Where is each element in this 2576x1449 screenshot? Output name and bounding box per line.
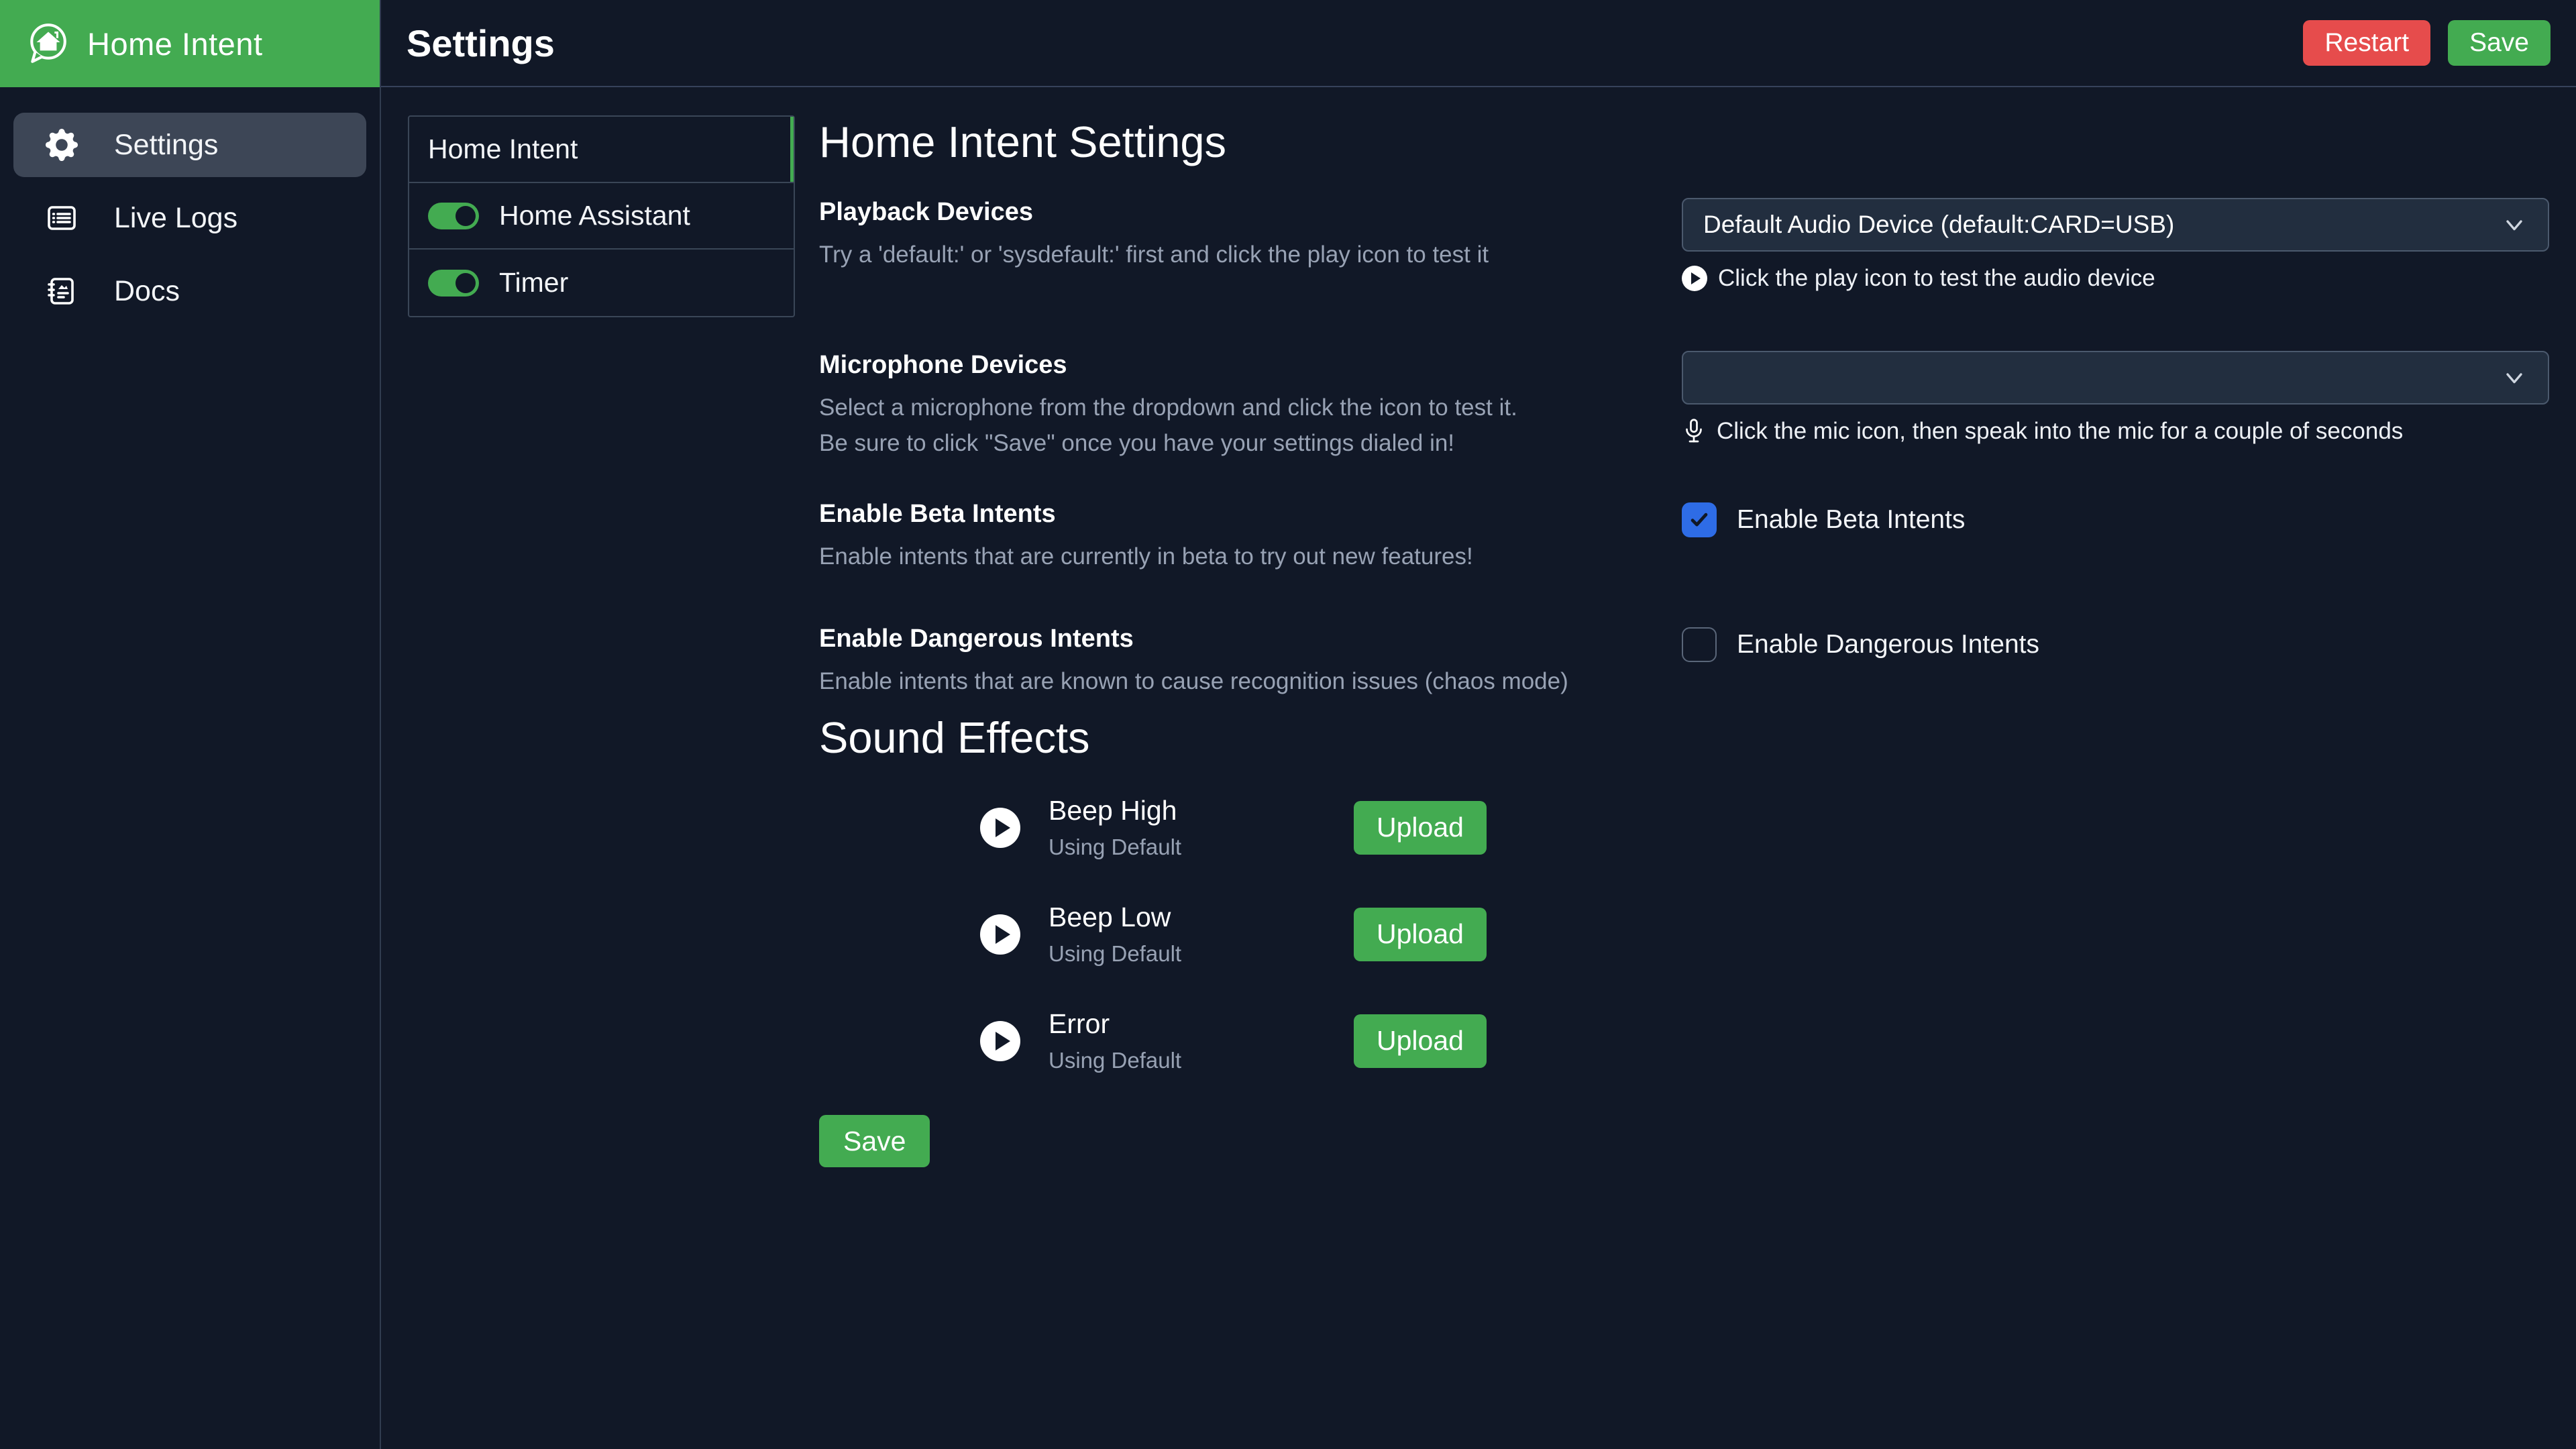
dangerous-intents-info: Enable Dangerous Intents Enable intents … [819, 625, 1682, 700]
dangerous-intents-checkbox-label: Enable Dangerous Intents [1737, 630, 2039, 659]
sound-effect-name: Beep High [1049, 795, 1354, 826]
beta-intents-description: Enable intents that are currently in bet… [819, 539, 1662, 575]
check-icon [1688, 508, 1711, 531]
component-item-label: Home Intent [428, 133, 578, 165]
microphone-helper: Click the mic icon, then speak into the … [1682, 418, 2549, 445]
sound-effect-status: Using Default [1049, 835, 1354, 860]
dangerous-intents-label: Enable Dangerous Intents [819, 625, 1662, 653]
play-sound-icon[interactable] [980, 914, 1020, 955]
save-settings-button[interactable]: Save [819, 1115, 930, 1167]
microphone-devices-control: Click the mic icon, then speak into the … [1682, 351, 2549, 445]
mic-test-icon[interactable] [1682, 418, 1706, 445]
beta-intents-checkbox-label: Enable Beta Intents [1737, 505, 1965, 535]
journal-icon [46, 275, 78, 307]
sound-effect-text: Beep Low Using Default [1049, 902, 1354, 967]
microphone-devices-row: Microphone Devices Select a microphone f… [819, 351, 2549, 461]
settings-panel: Home Intent Settings Playback Devices Tr… [819, 115, 2549, 1449]
microphone-devices-description-1: Select a microphone from the dropdown an… [819, 390, 1662, 426]
restart-button[interactable]: Restart [2303, 20, 2430, 66]
playback-devices-row: Playback Devices Try a 'default:' or 'sy… [819, 198, 2549, 292]
dangerous-intents-row: Enable Dangerous Intents Enable intents … [819, 625, 2549, 700]
playback-devices-control: Default Audio Device (default:CARD=USB) … [1682, 198, 2549, 292]
microphone-device-select[interactable] [1682, 351, 2549, 405]
sidebar-item-label: Docs [114, 275, 180, 308]
chevron-down-icon [2501, 211, 2528, 238]
playback-devices-info: Playback Devices Try a 'default:' or 'sy… [819, 198, 1682, 273]
sidebar-item-live-logs[interactable]: Live Logs [13, 186, 366, 250]
save-button[interactable]: Save [2448, 20, 2551, 66]
brand-title: Home Intent [87, 25, 263, 62]
playback-helper-text: Click the play icon to test the audio de… [1718, 265, 2155, 292]
sound-effect-name: Beep Low [1049, 902, 1354, 933]
playback-device-select[interactable]: Default Audio Device (default:CARD=USB) [1682, 198, 2549, 252]
component-item-home-intent[interactable]: Home Intent [409, 117, 794, 183]
settings-heading: Home Intent Settings [819, 117, 2549, 167]
home-assistant-toggle[interactable] [428, 203, 479, 229]
play-sound-icon[interactable] [980, 1021, 1020, 1061]
component-item-home-assistant[interactable]: Home Assistant [409, 183, 794, 250]
home-intent-logo-icon [25, 21, 70, 66]
microphone-devices-description-2: Be sure to click "Save" once you have yo… [819, 426, 1662, 462]
component-item-label: Timer [499, 267, 568, 299]
sidebar-item-label: Settings [114, 129, 218, 162]
sound-effect-name: Error [1049, 1008, 1354, 1040]
component-list: Home Intent Home Assistant Timer [408, 115, 795, 317]
toggle-knob [455, 273, 476, 293]
sound-effect-text: Beep High Using Default [1049, 795, 1354, 860]
gear-icon [46, 129, 78, 161]
dangerous-intents-control: Enable Dangerous Intents [1682, 625, 2549, 662]
sound-effects-heading: Sound Effects [819, 712, 2549, 763]
page-title: Settings [407, 21, 555, 65]
microphone-devices-label: Microphone Devices [819, 351, 1662, 380]
beta-intents-check-row: Enable Beta Intents [1682, 502, 2549, 537]
dangerous-intents-checkbox[interactable] [1682, 627, 1717, 662]
upload-button[interactable]: Upload [1354, 801, 1487, 855]
sidebar-nav: Settings Live Logs [0, 113, 380, 323]
sidebar-item-settings[interactable]: Settings [13, 113, 366, 177]
beta-intents-info: Enable Beta Intents Enable intents that … [819, 500, 1682, 575]
toggle-knob [455, 206, 476, 226]
beta-intents-row: Enable Beta Intents Enable intents that … [819, 500, 2549, 575]
playback-devices-description: Try a 'default:' or 'sysdefault:' first … [819, 237, 1662, 273]
sidebar-item-label: Live Logs [114, 202, 237, 235]
microphone-devices-info: Microphone Devices Select a microphone f… [819, 351, 1682, 461]
playback-helper: Click the play icon to test the audio de… [1682, 265, 2549, 292]
dangerous-intents-description: Enable intents that are known to cause r… [819, 664, 1662, 700]
chevron-down-icon [2501, 364, 2528, 391]
beta-intents-control: Enable Beta Intents [1682, 500, 2549, 537]
sound-effect-row-beep-high: Beep High Using Default Upload [980, 795, 2549, 860]
sidebar: Home Intent Settings Live Log [0, 0, 381, 1449]
beta-intents-checkbox[interactable] [1682, 502, 1717, 537]
sound-effect-text: Error Using Default [1049, 1008, 1354, 1073]
sound-effect-row-beep-low: Beep Low Using Default Upload [980, 902, 2549, 967]
component-item-label: Home Assistant [499, 200, 690, 231]
dangerous-intents-check-row: Enable Dangerous Intents [1682, 627, 2549, 662]
component-item-timer[interactable]: Timer [409, 250, 794, 316]
sound-effect-row-error: Error Using Default Upload [980, 1008, 2549, 1073]
sound-effect-status: Using Default [1049, 1048, 1354, 1073]
topbar: Settings Restart Save [381, 0, 2576, 87]
playback-device-selected-option: Default Audio Device (default:CARD=USB) [1703, 211, 2174, 239]
app-window: Home Intent Settings Live Log [0, 0, 2576, 1449]
list-icon [46, 202, 78, 234]
timer-toggle[interactable] [428, 270, 479, 297]
sidebar-item-docs[interactable]: Docs [13, 259, 366, 323]
upload-button[interactable]: Upload [1354, 908, 1487, 961]
play-sound-icon[interactable] [980, 808, 1020, 848]
topbar-actions: Restart Save [2303, 20, 2551, 66]
microphone-helper-text: Click the mic icon, then speak into the … [1717, 418, 2403, 445]
playback-devices-label: Playback Devices [819, 198, 1662, 227]
upload-button[interactable]: Upload [1354, 1014, 1487, 1068]
play-test-icon[interactable] [1682, 266, 1707, 291]
content: Home Intent Home Assistant Timer Home In… [382, 89, 2576, 1449]
brand-header[interactable]: Home Intent [0, 0, 380, 87]
sound-effect-status: Using Default [1049, 941, 1354, 967]
beta-intents-label: Enable Beta Intents [819, 500, 1662, 529]
